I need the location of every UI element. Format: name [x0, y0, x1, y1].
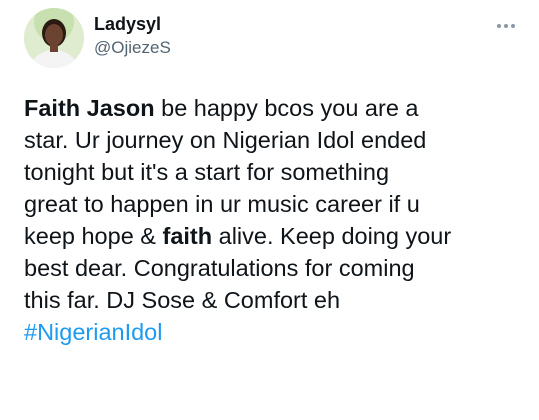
text-segment: tonight but it's a start for something	[24, 159, 390, 185]
text-segment: this far. DJ Sose & Comfort eh	[24, 287, 341, 313]
tweet-text-line: best dear. Congratulations for coming	[24, 252, 529, 284]
author-handle[interactable]: @OjiezeS	[94, 37, 171, 59]
tweet-text-line: this far. DJ Sose & Comfort eh	[24, 284, 529, 316]
text-segment: star. Ur journey on Nigerian Idol ended	[24, 127, 427, 153]
more-horizontal-icon	[497, 24, 515, 28]
more-options-button[interactable]	[491, 16, 521, 36]
tweet-text-line: tonight but it's a start for something	[24, 156, 529, 188]
tweet-text-line: keep hope & faith alive. Keep doing your	[24, 220, 529, 252]
bold-text: Faith Jason	[24, 95, 155, 121]
tweet-text-line: Faith Jason be happy bcos you are a	[24, 92, 529, 124]
tweet-card: Ladysyl @OjiezeS Faith Jason be happy bc…	[0, 0, 539, 420]
author-display-name[interactable]: Ladysyl	[94, 13, 171, 35]
text-segment: best dear. Congratulations for coming	[24, 255, 415, 281]
tweet-text: Faith Jason be happy bcos you are a star…	[24, 92, 529, 348]
tweet-text-line: star. Ur journey on Nigerian Idol ended	[24, 124, 529, 156]
avatar-image	[24, 8, 84, 68]
hashtag-link[interactable]: #NigerianIdol	[24, 319, 162, 345]
tweet-text-line: #NigerianIdol	[24, 316, 529, 348]
avatar[interactable]	[24, 8, 84, 68]
author-info: Ladysyl @OjiezeS	[94, 13, 171, 59]
text-segment: be happy bcos you are a	[154, 95, 419, 121]
tweet-text-line: great to happen in ur music career if u	[24, 188, 529, 220]
bold-text: faith	[162, 223, 213, 249]
text-segment: great to happen in ur music career if u	[24, 191, 420, 217]
text-segment: alive. Keep doing your	[212, 223, 452, 249]
text-segment: keep hope &	[24, 223, 163, 249]
